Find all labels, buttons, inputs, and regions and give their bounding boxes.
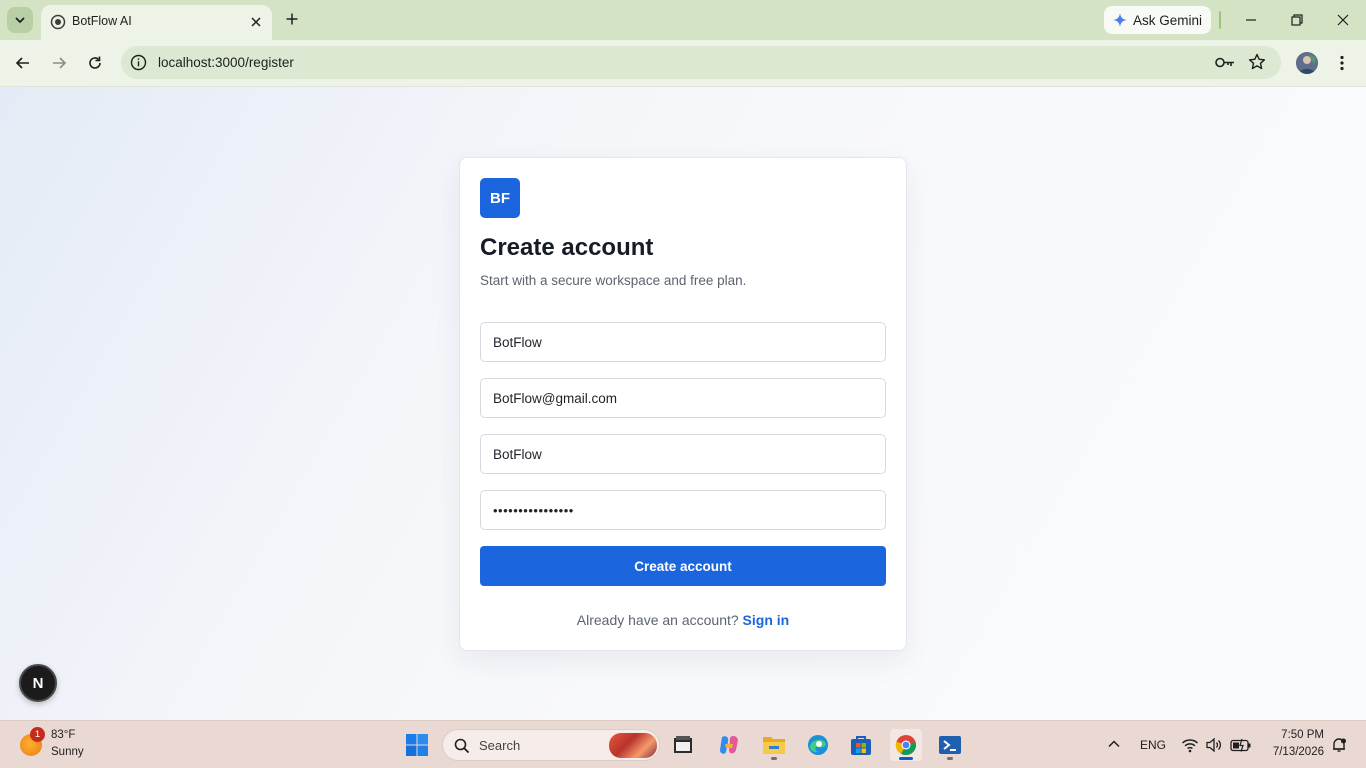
ask-gemini-button[interactable]: Ask Gemini bbox=[1104, 6, 1211, 34]
browser-tab[interactable]: BotFlow AI bbox=[41, 5, 272, 40]
chevron-down-icon bbox=[15, 17, 25, 24]
bookmark-star-icon[interactable] bbox=[1248, 53, 1266, 71]
forward-button[interactable] bbox=[49, 53, 69, 73]
page-title: Create account bbox=[480, 234, 654, 261]
chrome-icon bbox=[895, 735, 916, 756]
page-subtitle: Start with a secure workspace and free p… bbox=[480, 273, 747, 288]
signin-prompt: Already have an account? bbox=[576, 612, 739, 628]
browser-tab-strip: BotFlow AI Ask Gemini bbox=[0, 0, 1366, 40]
close-icon bbox=[1337, 14, 1349, 26]
volume-icon[interactable] bbox=[1205, 736, 1223, 754]
dev-tools-indicator-button[interactable]: N bbox=[19, 664, 57, 702]
globe-icon bbox=[50, 14, 66, 30]
weather-condition: Sunny bbox=[51, 746, 84, 758]
brand-logo: BF bbox=[480, 178, 520, 218]
taskbar-search[interactable]: Search bbox=[442, 729, 660, 761]
search-highlight-image bbox=[609, 733, 657, 758]
create-account-button[interactable]: Create account bbox=[480, 546, 886, 586]
taskbar-terminal[interactable] bbox=[934, 729, 966, 761]
back-button[interactable] bbox=[13, 53, 33, 73]
wifi-icon[interactable] bbox=[1181, 736, 1199, 754]
windows-taskbar: 1 83°F Sunny Search ENG 7:50 PM 7/13/202… bbox=[0, 720, 1366, 768]
minimize-icon bbox=[1246, 19, 1256, 21]
signin-row: Already have an account? Sign in bbox=[460, 612, 906, 628]
browser-toolbar: localhost:3000/register bbox=[0, 40, 1366, 87]
ask-gemini-label: Ask Gemini bbox=[1133, 12, 1203, 28]
restore-button[interactable] bbox=[1287, 10, 1307, 30]
weather-temperature: 83°F bbox=[51, 729, 76, 741]
active-indicator bbox=[899, 757, 913, 760]
taskbar-store[interactable] bbox=[845, 729, 877, 761]
password-key-icon[interactable] bbox=[1214, 54, 1236, 71]
search-placeholder: Search bbox=[479, 738, 521, 753]
restore-icon bbox=[1291, 14, 1303, 26]
search-icon bbox=[454, 738, 470, 754]
chevron-up-icon[interactable] bbox=[1107, 737, 1121, 751]
page-content: BF Create account Start with a secure wo… bbox=[0, 87, 1366, 720]
clock-date[interactable]: 7/13/2026 bbox=[1262, 746, 1324, 758]
terminal-icon bbox=[939, 736, 961, 754]
menu-kebab-icon bbox=[1340, 55, 1344, 71]
reload-icon bbox=[89, 56, 101, 69]
edge-icon bbox=[808, 735, 828, 755]
site-info-icon[interactable] bbox=[130, 54, 147, 71]
copilot-icon bbox=[720, 735, 738, 754]
notification-icon[interactable] bbox=[1331, 737, 1347, 753]
tabstrip-divider bbox=[1219, 11, 1221, 29]
avatar-image bbox=[1296, 52, 1318, 74]
windows-start-icon[interactable] bbox=[405, 733, 429, 757]
close-window-button[interactable] bbox=[1333, 10, 1353, 30]
password-field[interactable] bbox=[480, 490, 886, 530]
workspace-field[interactable] bbox=[480, 434, 886, 474]
taskbar-file-explorer[interactable] bbox=[758, 729, 790, 761]
profile-avatar[interactable] bbox=[1296, 52, 1318, 74]
forward-arrow-icon bbox=[53, 57, 67, 69]
weather-badge: 1 bbox=[30, 727, 45, 742]
plus-icon bbox=[286, 13, 298, 25]
browser-menu-button[interactable] bbox=[1334, 53, 1350, 73]
tab-title: BotFlow AI bbox=[72, 14, 132, 28]
running-indicator bbox=[947, 757, 953, 760]
minimize-button[interactable] bbox=[1241, 10, 1261, 30]
address-bar[interactable]: localhost:3000/register bbox=[121, 46, 1281, 79]
tab-close-button[interactable] bbox=[247, 13, 265, 31]
battery-icon[interactable] bbox=[1230, 736, 1252, 754]
clock-time[interactable]: 7:50 PM bbox=[1268, 729, 1324, 741]
tab-search-button[interactable] bbox=[7, 7, 33, 33]
taskbar-copilot[interactable] bbox=[713, 729, 745, 761]
email-field[interactable] bbox=[480, 378, 886, 418]
taskbar-edge[interactable] bbox=[802, 729, 834, 761]
back-arrow-icon bbox=[15, 57, 29, 69]
name-field[interactable] bbox=[480, 322, 886, 362]
new-tab-button[interactable] bbox=[282, 9, 302, 29]
reload-button[interactable] bbox=[85, 53, 105, 73]
input-language[interactable]: ENG bbox=[1140, 738, 1166, 752]
taskbar-chrome[interactable] bbox=[890, 729, 922, 761]
signin-link[interactable]: Sign in bbox=[743, 612, 790, 628]
store-icon bbox=[851, 736, 871, 755]
gemini-sparkle-icon bbox=[1113, 13, 1127, 27]
close-icon bbox=[251, 17, 261, 27]
file-explorer-icon bbox=[674, 736, 692, 753]
register-card: BF Create account Start with a secure wo… bbox=[459, 157, 907, 651]
taskbar-task-view[interactable] bbox=[667, 729, 699, 761]
running-indicator bbox=[771, 757, 777, 760]
url-text[interactable]: localhost:3000/register bbox=[158, 55, 294, 70]
folder-icon bbox=[763, 737, 785, 754]
